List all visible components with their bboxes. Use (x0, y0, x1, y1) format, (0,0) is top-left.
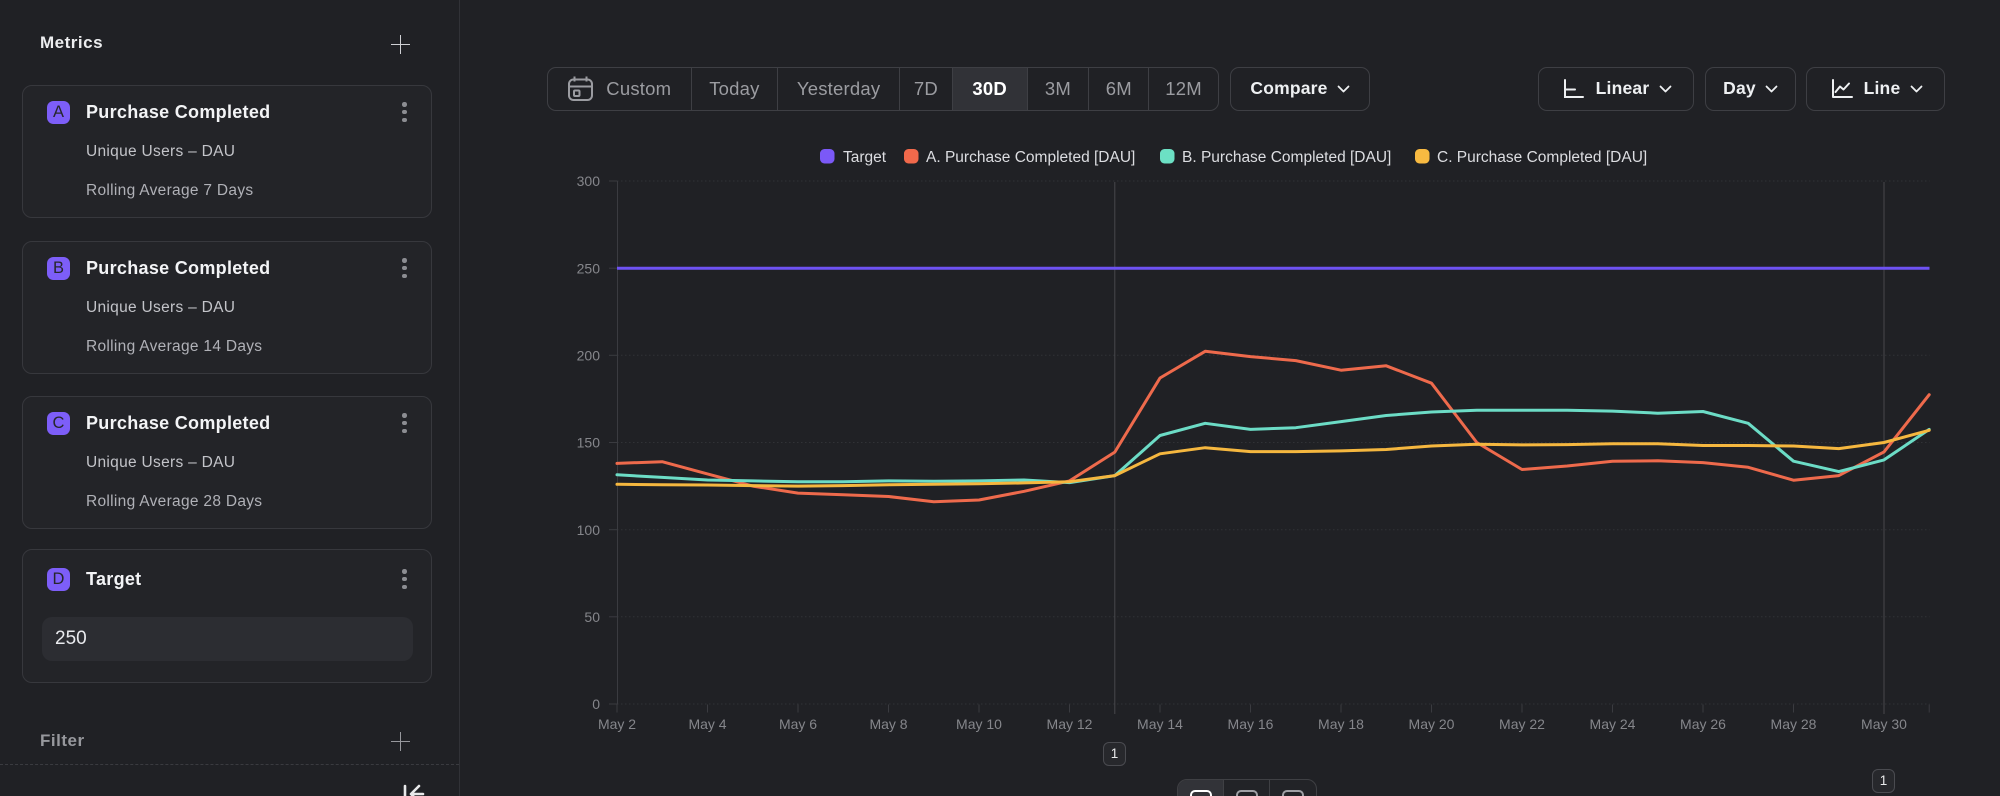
svg-text:300: 300 (577, 173, 601, 189)
svg-text:May 26: May 26 (1680, 716, 1726, 732)
svg-text:May 30: May 30 (1861, 716, 1907, 732)
svg-text:200: 200 (577, 348, 601, 364)
svg-text:C. Purchase Completed [DAU]: C. Purchase Completed [DAU] (1437, 149, 1647, 166)
svg-text:May 10: May 10 (956, 716, 1002, 732)
svg-text:50: 50 (584, 609, 600, 625)
svg-text:May 28: May 28 (1771, 716, 1817, 732)
svg-text:May 16: May 16 (1228, 716, 1274, 732)
svg-text:250: 250 (577, 260, 601, 276)
svg-text:150: 150 (577, 435, 601, 451)
svg-text:May 4: May 4 (688, 716, 726, 732)
svg-text:May 2: May 2 (598, 716, 636, 732)
svg-text:May 12: May 12 (1047, 716, 1093, 732)
svg-text:May 18: May 18 (1318, 716, 1364, 732)
svg-text:0: 0 (592, 696, 600, 712)
svg-text:May 8: May 8 (869, 716, 907, 732)
svg-text:B. Purchase Completed [DAU]: B. Purchase Completed [DAU] (1182, 149, 1391, 166)
svg-text:May 6: May 6 (779, 716, 817, 732)
svg-text:May 24: May 24 (1590, 716, 1636, 732)
svg-text:100: 100 (577, 522, 601, 538)
svg-text:A. Purchase Completed [DAU]: A. Purchase Completed [DAU] (926, 149, 1135, 166)
svg-text:May 14: May 14 (1137, 716, 1183, 732)
svg-text:May 22: May 22 (1499, 716, 1545, 732)
svg-text:May 20: May 20 (1409, 716, 1455, 732)
svg-text:Target: Target (843, 149, 887, 166)
